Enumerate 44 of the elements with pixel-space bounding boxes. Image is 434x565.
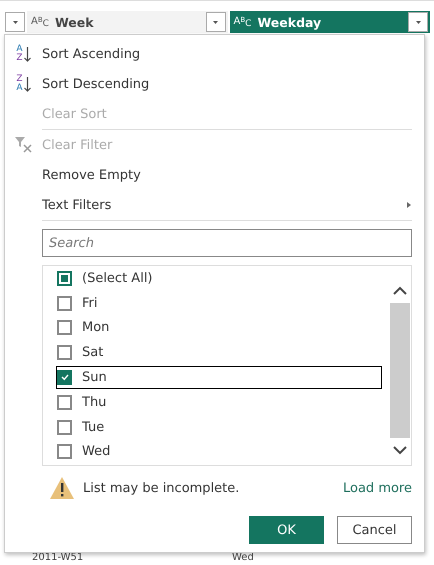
table-cell-text: 2011-W51 bbox=[32, 552, 84, 564]
menu-item[interactable]: Z A Sort Descending bbox=[5, 69, 424, 99]
column-filter-button[interactable] bbox=[206, 12, 226, 32]
value-item[interactable]: Sat bbox=[56, 341, 382, 364]
checkbox[interactable] bbox=[57, 270, 72, 286]
check-icon bbox=[60, 372, 70, 382]
value-item[interactable]: Mon bbox=[56, 316, 382, 340]
down-arrow-icon bbox=[24, 46, 31, 62]
scrollbar-thumb[interactable] bbox=[390, 303, 410, 438]
scroll-up-icon[interactable] bbox=[393, 286, 407, 295]
menu-item: Clear Filter bbox=[5, 130, 424, 160]
sort-descending-icon[interactable]: Z A bbox=[16, 75, 31, 93]
table-cell-text: Wed bbox=[232, 552, 255, 564]
ok-button[interactable]: OK bbox=[249, 516, 324, 544]
cancel-button[interactable]: Cancel bbox=[337, 516, 412, 544]
search-field[interactable]: Search bbox=[42, 229, 412, 257]
column-name: Week bbox=[54, 14, 94, 30]
scroll-down-icon[interactable] bbox=[393, 446, 407, 455]
load-more-link[interactable]: Load more bbox=[343, 480, 412, 496]
checkbox[interactable] bbox=[57, 296, 72, 311]
checkbox[interactable] bbox=[57, 444, 72, 460]
value-item[interactable]: Wed bbox=[56, 440, 382, 464]
menu-item: Clear Sort bbox=[41, 106, 108, 124]
checkbox[interactable] bbox=[57, 394, 72, 410]
sort-ascending-icon[interactable]: A Z bbox=[16, 45, 31, 63]
checkbox[interactable] bbox=[57, 345, 72, 360]
value-item[interactable]: Tue bbox=[56, 416, 382, 438]
column-menu-button[interactable] bbox=[5, 12, 25, 32]
checkbox[interactable] bbox=[57, 370, 72, 385]
down-arrow-icon bbox=[24, 76, 31, 92]
warning-icon bbox=[49, 476, 75, 500]
warning-text: List may be incomplete. bbox=[83, 480, 240, 496]
value-item[interactable]: (Select All) bbox=[56, 267, 382, 290]
column-filter-button[interactable] bbox=[408, 12, 428, 32]
column-name: Weekday bbox=[257, 14, 322, 30]
value-item[interactable]: Thu bbox=[56, 390, 382, 414]
checkbox[interactable] bbox=[57, 420, 72, 435]
value-item[interactable]: Fri bbox=[56, 292, 382, 314]
value-item[interactable]: Sun bbox=[56, 366, 382, 389]
menu-item[interactable]: Text Filters bbox=[5, 190, 424, 220]
submenu-arrow-icon bbox=[406, 201, 412, 209]
menu-item[interactable]: Remove Empty bbox=[5, 160, 424, 190]
checkbox[interactable] bbox=[57, 320, 72, 336]
menu-item[interactable]: A Z Sort Ascending bbox=[5, 39, 424, 69]
